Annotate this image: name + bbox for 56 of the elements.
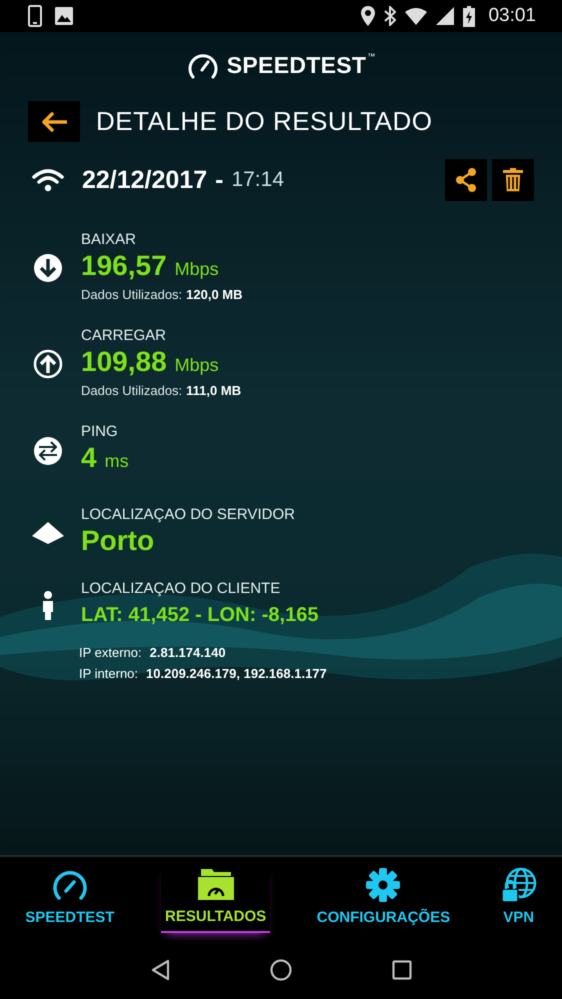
- metric-value: 109,88: [81, 345, 167, 379]
- ip-label: IP interno:: [79, 665, 138, 683]
- wifi-icon: [32, 168, 64, 192]
- exchange-arrows-icon: [32, 434, 64, 466]
- result-time: 17:14: [231, 168, 284, 192]
- ip-value: 10.209.246.179, 192.168.1.177: [146, 665, 327, 683]
- cell-signal-icon: [436, 7, 454, 25]
- trademark-mark: ™: [367, 51, 376, 63]
- detail-label: Dados Utilizados:: [81, 286, 182, 304]
- metric-value: 4: [81, 441, 97, 475]
- metric-unit: Mbps: [174, 354, 219, 377]
- status-time: 03:01: [488, 5, 536, 27]
- ip-value: 2.81.174.140: [150, 644, 226, 662]
- metric-value: LAT: 41,452 - LON: -8,165: [81, 603, 318, 628]
- page-title: DETALHE DO RESULTADO: [96, 106, 432, 137]
- metric-value: 196,57: [81, 249, 167, 283]
- metric-label: LOCALIZAÇAO DO SERVIDOR: [81, 506, 295, 524]
- folder-gauge-icon: [198, 866, 234, 902]
- detail-value: 111,0 MB: [186, 382, 242, 400]
- back-button[interactable]: [28, 101, 80, 142]
- delete-button[interactable]: [492, 159, 534, 201]
- image-icon: [55, 7, 73, 25]
- tab[interactable]: RESULTADOS: [161, 864, 270, 933]
- location-icon: [361, 6, 376, 26]
- metric-label: PING: [81, 423, 119, 441]
- result-date: 22/12/2017: [82, 166, 208, 194]
- back-triangle-icon[interactable]: [150, 958, 170, 980]
- metric-unit: Mbps: [174, 258, 219, 281]
- upload-icon: [32, 348, 64, 380]
- home-circle-icon[interactable]: [270, 958, 292, 980]
- metric-label: BAIXAR: [81, 231, 138, 249]
- phone-icon: [28, 5, 42, 27]
- trash-icon: [503, 168, 523, 192]
- wifi-signal-icon: [405, 8, 428, 24]
- tab[interactable]: CONFIGURAÇÕES: [312, 865, 454, 932]
- gauge-icon: [186, 51, 219, 79]
- app-logo-text: SPEEDTEST: [226, 51, 366, 79]
- date-separator: -: [215, 166, 224, 194]
- detail-label: Dados Utilizados:: [81, 382, 182, 400]
- ip-label: IP externo:: [79, 644, 142, 662]
- globe-lock-icon: [500, 867, 537, 903]
- tab[interactable]: VPN: [496, 865, 541, 932]
- back-arrow-icon: [41, 112, 67, 132]
- metric-label: CARREGAR: [81, 327, 168, 345]
- metric-value: Porto: [81, 524, 154, 558]
- download-icon: [32, 252, 64, 284]
- metric-label: LOCALIZAÇAO DO CLIENTE: [81, 580, 282, 598]
- battery-icon: [463, 6, 476, 26]
- detail-value: 120,0 MB: [186, 286, 243, 304]
- bluetooth-icon: [384, 6, 396, 26]
- tab[interactable]: SPEEDTEST: [21, 865, 118, 932]
- share-button[interactable]: [445, 159, 487, 201]
- metric-unit: ms: [104, 450, 129, 473]
- share-icon: [455, 168, 477, 192]
- gear-icon: [365, 867, 402, 903]
- recents-square-icon[interactable]: [392, 960, 412, 980]
